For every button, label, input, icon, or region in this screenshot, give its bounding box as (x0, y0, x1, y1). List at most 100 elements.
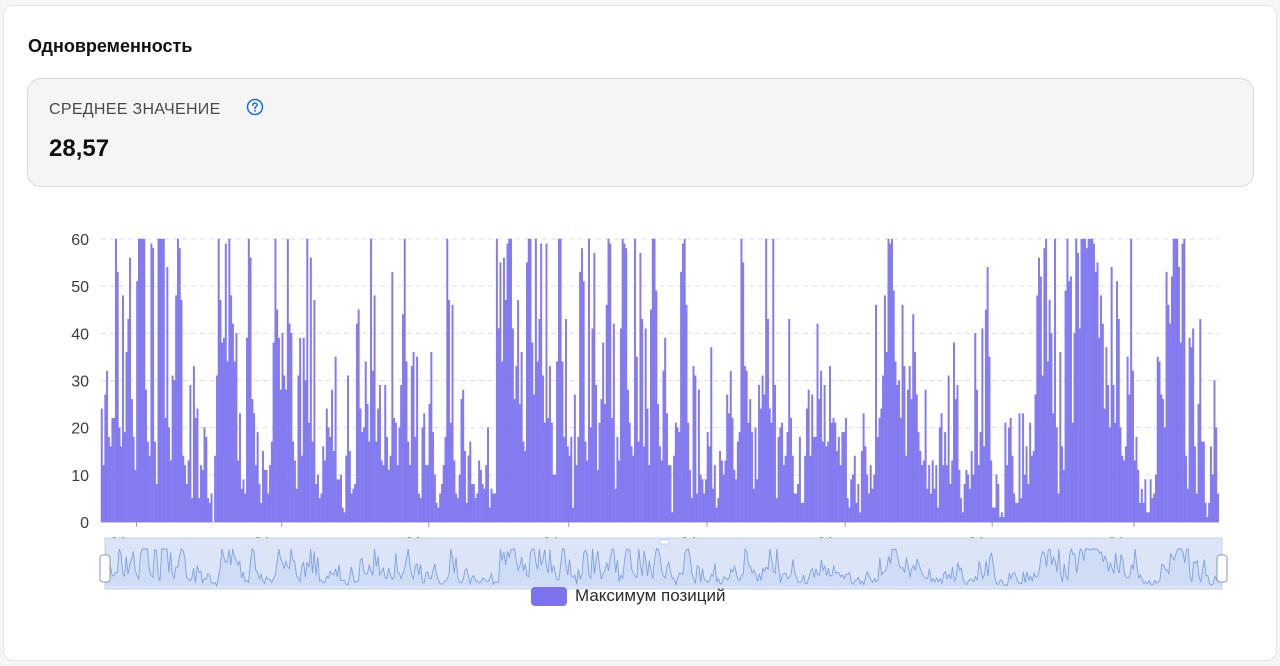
bar[interactable] (479, 469, 482, 523)
bar[interactable] (795, 493, 798, 523)
bar[interactable] (871, 488, 874, 523)
bar[interactable] (999, 517, 1002, 523)
bar[interactable] (384, 385, 387, 523)
bar[interactable] (1018, 413, 1021, 523)
bar[interactable] (515, 366, 518, 523)
bar[interactable] (518, 403, 521, 523)
bar[interactable] (568, 455, 571, 523)
chart-legend[interactable]: Максимум позиций (531, 585, 726, 607)
bar[interactable] (611, 418, 614, 523)
bar[interactable] (850, 479, 853, 523)
bar[interactable] (207, 498, 210, 523)
bar[interactable] (393, 418, 396, 523)
bar[interactable] (1075, 238, 1078, 523)
bar[interactable] (1112, 385, 1115, 523)
bar[interactable] (1103, 408, 1106, 523)
bar[interactable] (704, 479, 707, 523)
bar[interactable] (302, 337, 305, 523)
bar[interactable] (862, 413, 865, 523)
bar[interactable] (958, 469, 961, 523)
bar[interactable] (582, 281, 585, 523)
bar[interactable] (442, 465, 445, 523)
bar[interactable] (880, 408, 883, 523)
bar[interactable] (759, 408, 762, 523)
bar[interactable] (823, 385, 826, 523)
bar[interactable] (857, 484, 860, 523)
bar[interactable] (749, 399, 752, 523)
bar[interactable] (1146, 512, 1149, 523)
bar[interactable] (607, 238, 610, 523)
bar[interactable] (1062, 469, 1065, 523)
bar[interactable] (1077, 252, 1079, 523)
bar[interactable] (1197, 403, 1200, 523)
bar[interactable] (109, 446, 112, 523)
bar[interactable] (956, 385, 959, 523)
bar[interactable] (153, 441, 156, 523)
bar[interactable] (316, 474, 319, 523)
bar[interactable] (944, 432, 947, 523)
bar[interactable] (155, 484, 158, 523)
bar[interactable] (772, 238, 775, 523)
bar[interactable] (790, 418, 792, 523)
bar[interactable] (1066, 238, 1069, 523)
bar[interactable] (543, 422, 546, 523)
bar[interactable] (134, 469, 137, 523)
bar[interactable] (439, 493, 442, 523)
bar[interactable] (425, 465, 427, 523)
bar[interactable] (993, 507, 996, 523)
bar[interactable] (793, 493, 796, 523)
bar[interactable] (462, 389, 465, 523)
bar[interactable] (559, 238, 562, 523)
bar[interactable] (265, 469, 268, 523)
bar[interactable] (745, 370, 748, 523)
bar[interactable] (494, 493, 497, 523)
bar[interactable] (118, 427, 121, 523)
bar[interactable] (1149, 479, 1152, 523)
bar[interactable] (625, 248, 628, 523)
bar[interactable] (768, 408, 771, 523)
bar[interactable] (805, 408, 808, 523)
bar[interactable] (380, 460, 383, 523)
bar[interactable] (324, 460, 326, 523)
bar[interactable] (681, 243, 684, 523)
bar[interactable] (478, 460, 481, 523)
bar[interactable] (421, 427, 424, 523)
bar[interactable] (981, 328, 984, 523)
bar[interactable] (1135, 436, 1138, 523)
bar[interactable] (230, 295, 233, 523)
bar[interactable] (710, 347, 713, 523)
bar[interactable] (301, 455, 303, 523)
bar[interactable] (751, 432, 753, 523)
bar[interactable] (506, 243, 509, 523)
bar[interactable] (1172, 238, 1175, 523)
bar[interactable] (416, 356, 419, 523)
bar[interactable] (524, 451, 527, 523)
bar[interactable] (529, 238, 532, 523)
bar[interactable] (618, 460, 621, 523)
bar[interactable] (1000, 512, 1003, 523)
bar[interactable] (747, 422, 750, 523)
bar[interactable] (355, 323, 358, 523)
bar[interactable] (1121, 455, 1124, 523)
bar[interactable] (889, 243, 892, 523)
bar[interactable] (175, 295, 178, 523)
bar[interactable] (798, 436, 801, 523)
bar[interactable] (279, 389, 282, 523)
bar[interactable] (965, 469, 968, 523)
bar[interactable] (132, 436, 135, 523)
bar[interactable] (602, 342, 605, 523)
bar[interactable] (157, 238, 160, 523)
bar[interactable] (933, 488, 936, 523)
bar[interactable] (917, 432, 920, 523)
bar[interactable] (178, 248, 181, 523)
bar[interactable] (1117, 318, 1120, 523)
bar[interactable] (1084, 238, 1087, 523)
bar[interactable] (642, 446, 645, 523)
bar[interactable] (1147, 512, 1150, 523)
bar[interactable] (687, 422, 690, 523)
bar[interactable] (786, 432, 789, 523)
bar[interactable] (968, 488, 971, 523)
bar[interactable] (859, 512, 862, 523)
bar[interactable] (531, 342, 534, 523)
bar[interactable] (107, 436, 110, 523)
